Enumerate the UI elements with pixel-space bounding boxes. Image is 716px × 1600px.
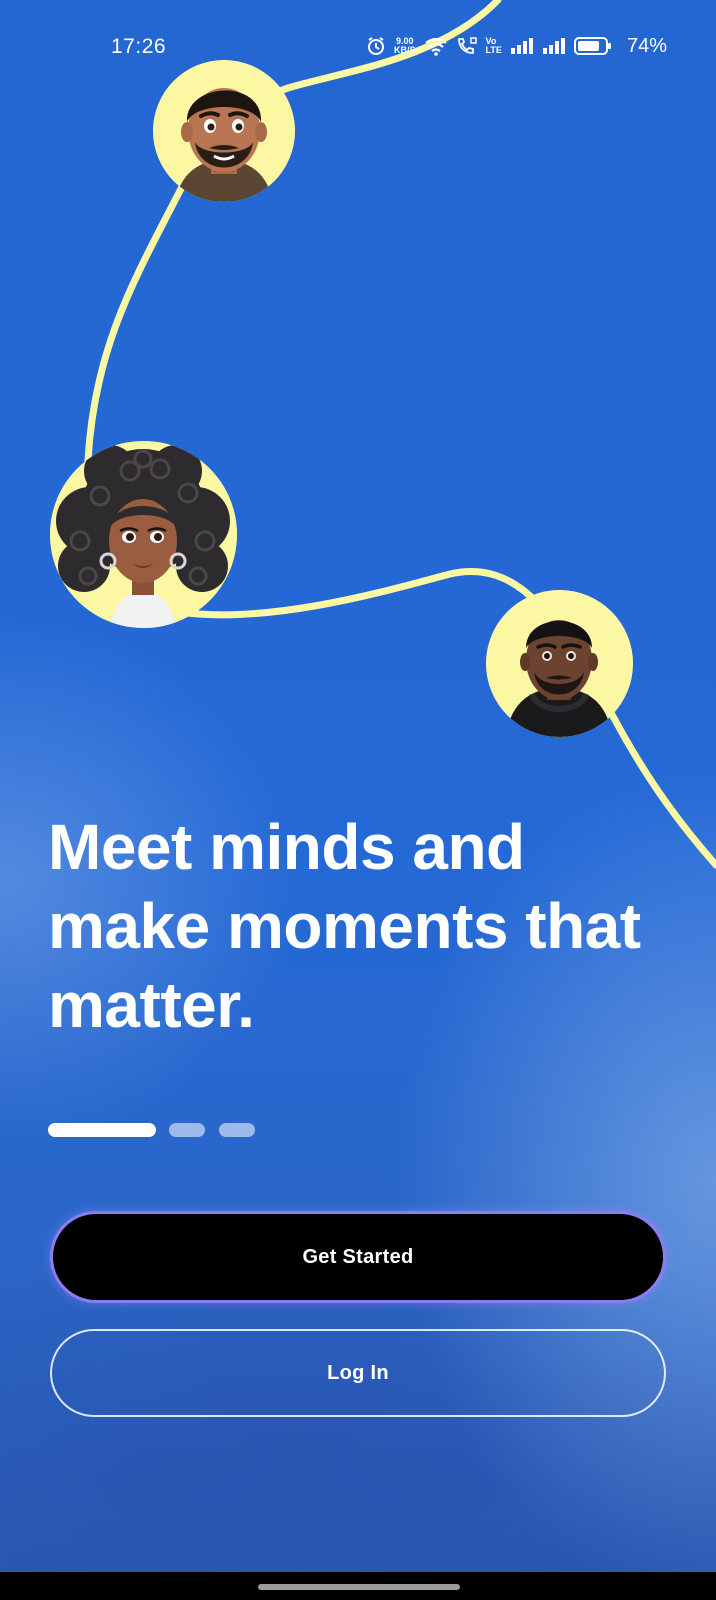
volte-indicator: Vo LTE [486,37,502,55]
avatar-man-beard [153,60,295,202]
avatar-man-beard-icon [153,60,295,202]
status-time: 17:26 [111,35,167,58]
status-icons: 9.00 KB/S Vo LTE [366,34,612,58]
battery-percent: 74% [627,35,668,57]
avatar-man-hoodie [486,590,633,737]
avatar-woman-curly-hair [50,441,237,628]
battery-icon [573,37,611,55]
wifi-icon [424,37,447,56]
home-gesture-handle[interactable] [258,1584,460,1590]
network-speed: 9.00 KB/S [394,37,416,55]
page-indicator-dot-active[interactable] [48,1123,156,1137]
avatar-man-hoodie-icon [486,590,633,737]
log-in-label: Log In [327,1361,389,1384]
volte-bottom: LTE [485,45,502,55]
get-started-button[interactable]: Get Started [50,1211,666,1303]
log-in-button[interactable]: Log In [50,1329,666,1417]
signal-strength-2-icon [542,38,565,54]
page-indicator-dot[interactable] [169,1123,205,1137]
hotspot-call-icon [457,37,477,54]
signal-strength-1-icon [510,38,533,54]
onboarding-headline: Meet minds and make moments that matter. [48,811,641,1041]
status-bar: 17:26 9.00 KB/S Vo LTE 74% [0,30,716,62]
network-speed-unit: KB/S [394,45,416,55]
alarm-icon [368,37,384,55]
page-indicator-dot[interactable] [219,1123,255,1137]
system-nav-bar [0,1572,716,1600]
onboarding-screen: 17:26 9.00 KB/S Vo LTE 74% Meet minds an… [0,0,716,1572]
avatar-woman-curly-hair-icon [50,441,237,628]
get-started-label: Get Started [302,1245,414,1268]
